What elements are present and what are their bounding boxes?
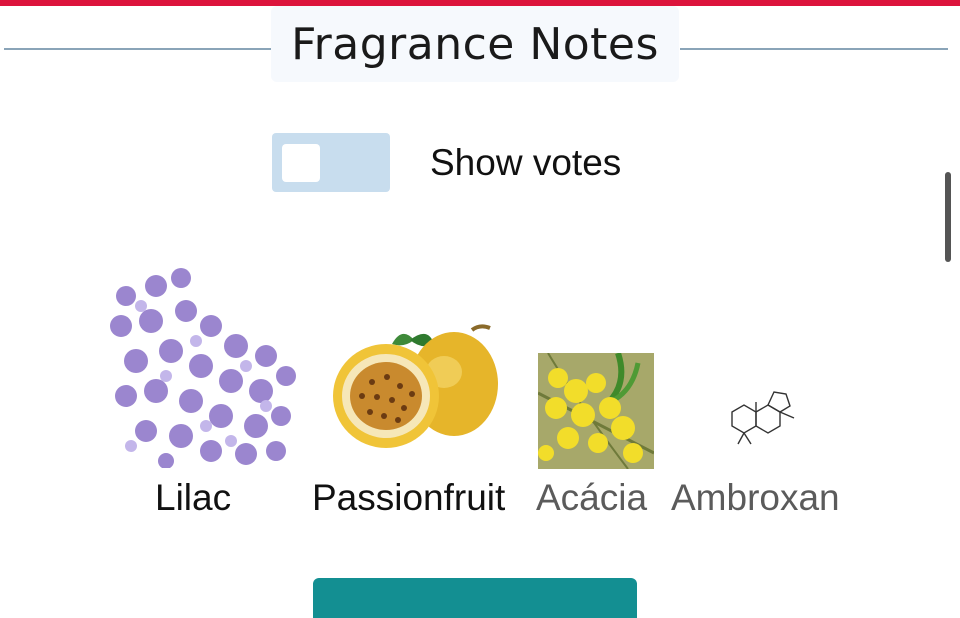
section-title: Fragrance Notes bbox=[291, 18, 659, 70]
section-divider-left bbox=[4, 48, 272, 50]
note-label-acacia[interactable]: Acácia bbox=[536, 477, 647, 519]
note-lilac[interactable] bbox=[96, 266, 296, 469]
section-header: Fragrance Notes bbox=[271, 6, 679, 82]
note-acacia[interactable] bbox=[537, 352, 655, 470]
show-votes-toggle[interactable] bbox=[272, 133, 390, 192]
acacia-flower-image bbox=[537, 352, 655, 470]
note-passionfruit[interactable] bbox=[332, 322, 500, 450]
lilac-flower-image bbox=[110, 268, 296, 469]
show-votes-label: Show votes bbox=[430, 142, 622, 183]
note-label-ambroxan[interactable]: Ambroxan bbox=[671, 477, 840, 519]
section-divider-right bbox=[680, 48, 948, 50]
note-label-passionfruit[interactable]: Passionfruit bbox=[312, 477, 505, 519]
note-ambroxan[interactable] bbox=[724, 382, 804, 452]
bottom-action-button[interactable] bbox=[313, 578, 637, 618]
toggle-knob bbox=[282, 144, 320, 182]
ambroxan-molecule-image bbox=[731, 391, 795, 445]
scrollbar[interactable] bbox=[945, 172, 951, 262]
note-label-lilac[interactable]: Lilac bbox=[155, 477, 231, 519]
passionfruit-image bbox=[333, 324, 498, 448]
